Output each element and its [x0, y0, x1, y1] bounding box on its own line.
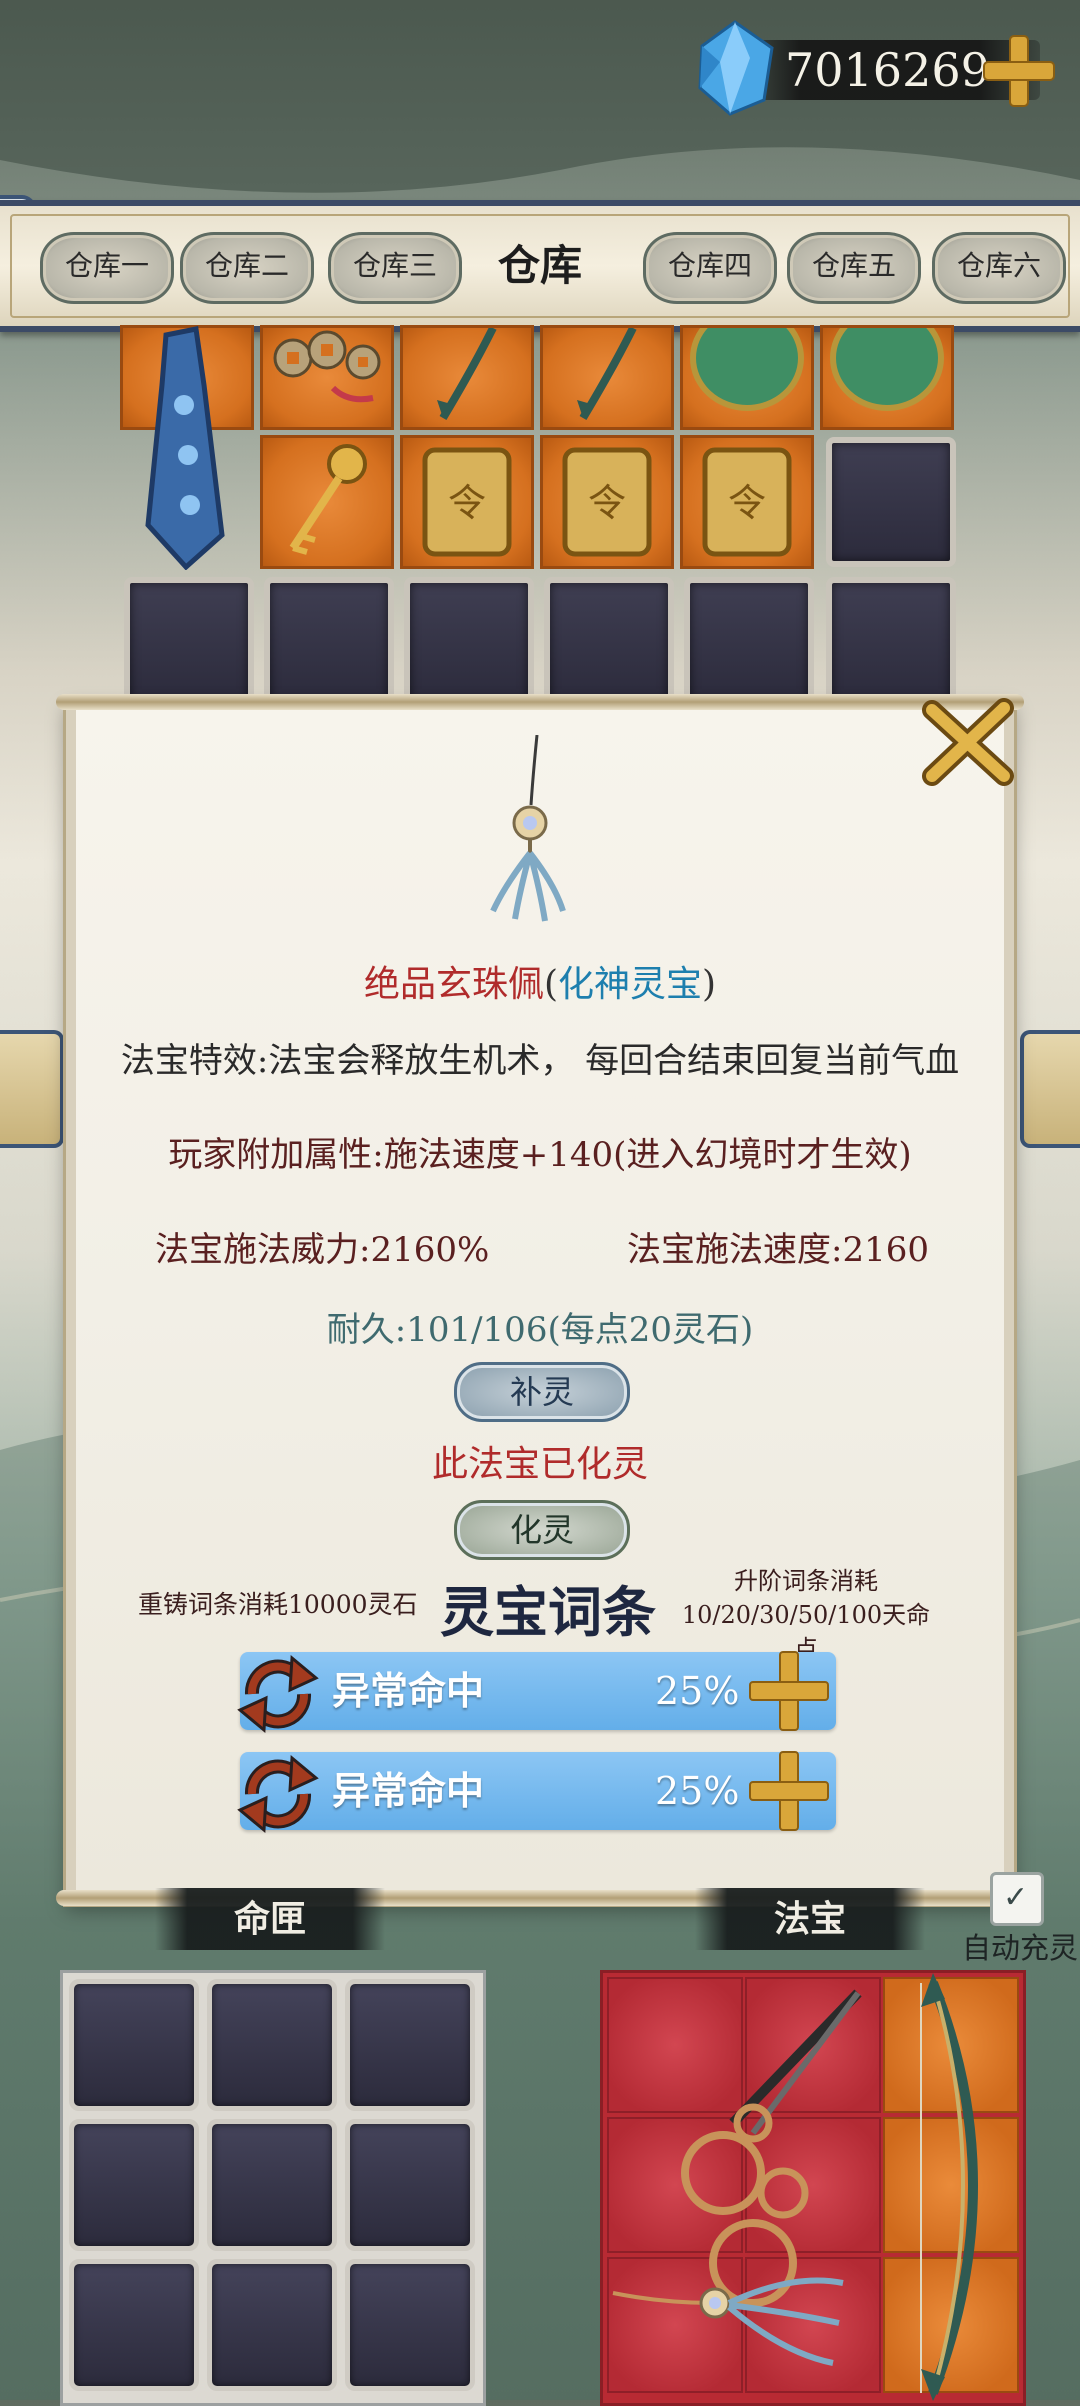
upgrade-plus-icon[interactable]	[746, 1748, 832, 1834]
inventory-slot-empty[interactable]	[684, 577, 814, 707]
reroll-icon[interactable]	[232, 1648, 324, 1740]
gold-command-token-icon: 令	[422, 447, 512, 557]
fate-slot[interactable]	[69, 1979, 199, 2111]
tab-warehouse-5[interactable]: 仓库五	[787, 232, 921, 304]
currency-value: 7016269	[785, 43, 990, 97]
fate-slot[interactable]	[69, 2259, 199, 2391]
warehouse-tab-bar: 仓库一 仓库二 仓库三 仓库 仓库四 仓库五 仓库六	[0, 200, 1080, 332]
quality-paren-close: )	[702, 964, 717, 1005]
green-jade-disc-icon	[690, 305, 804, 411]
treasure-grid	[600, 1970, 1026, 2406]
fate-box-grid	[60, 1970, 486, 2406]
warehouse-title: 仓库	[497, 241, 582, 290]
green-jade-disc-icon	[830, 305, 944, 411]
jade-tassel-icon	[437, 326, 497, 421]
inventory-slot-empty[interactable]	[544, 577, 674, 707]
auto-refill-checkbox[interactable]: ✓	[990, 1872, 1044, 1926]
inventory-slot-empty[interactable]	[124, 577, 254, 707]
close-icon[interactable]	[918, 692, 1018, 792]
item-name-line: 绝品玄珠佩(化神灵宝)	[66, 960, 1014, 1010]
affix-title: 灵宝词条	[440, 1580, 656, 1644]
scroll-rod-top	[56, 694, 1024, 710]
cast-speed: 法宝施法速度:2160	[627, 1230, 929, 1270]
item-effect: 法宝特效:法宝会释放生机术， 每回合结束回复当前气血	[120, 1041, 960, 1081]
affix-row: 异常命中 25%	[237, 1751, 836, 1834]
inventory-slot-jade-tassel-1[interactable]	[400, 325, 534, 430]
player-attribute: 玩家附加属性:施法速度+140(进入幻境时才生效)	[168, 1135, 912, 1175]
durability: 耐久:101/106(每点20灵石)	[326, 1310, 754, 1350]
inventory-slot-empty[interactable]	[826, 577, 956, 707]
inventory-slot-golden-key[interactable]	[260, 435, 394, 569]
upgrade-plus-icon[interactable]	[746, 1648, 832, 1734]
blue-jade-tablet-icon	[145, 326, 225, 570]
refine-spirit-button[interactable]: 化灵	[454, 1500, 630, 1560]
gold-command-token-icon: 令	[562, 447, 652, 557]
blue-crystal-icon	[698, 20, 774, 116]
equipped-treasures	[612, 1973, 978, 2401]
fate-slot[interactable]	[207, 2259, 337, 2391]
item-quality: 化神灵宝	[558, 964, 703, 1005]
cast-power: 法宝施法威力:2160%	[155, 1230, 490, 1270]
spirit-status: 此法宝已化灵	[431, 1444, 648, 1485]
tab-warehouse-2[interactable]: 仓库二	[180, 232, 314, 304]
auto-refill-label: 自动充灵	[962, 1931, 1079, 1965]
inventory-slot-command-token-3[interactable]: 令	[680, 435, 814, 569]
gold-plus-icon[interactable]	[980, 32, 1058, 110]
fate-slot[interactable]	[69, 2119, 199, 2251]
svg-text:令: 令	[588, 481, 626, 525]
quality-paren-open: (	[543, 964, 558, 1005]
inventory-slot-empty[interactable]	[404, 577, 534, 707]
golden-key-icon	[289, 444, 367, 555]
side-decoration-right	[1020, 1030, 1080, 1148]
fate-slot[interactable]	[345, 1979, 475, 2111]
svg-text:令: 令	[448, 481, 486, 525]
inventory-slot-green-jade-disc-2[interactable]	[820, 305, 954, 430]
bow-icon	[920, 1973, 978, 2401]
inventory-slot-coin-string-charm[interactable]	[260, 325, 394, 430]
checkmark-icon: ✓	[1003, 1880, 1029, 1915]
treasure-label: 法宝	[695, 1888, 925, 1950]
svg-text:令: 令	[728, 481, 766, 525]
fate-slot[interactable]	[345, 2119, 475, 2251]
inventory-slot-command-token-1[interactable]: 令	[400, 435, 534, 569]
fate-slot[interactable]	[345, 2259, 475, 2391]
side-decoration-left	[0, 1030, 64, 1148]
inventory-slot-green-jade-disc-1[interactable]	[680, 305, 814, 430]
inventory-slot-empty[interactable]	[264, 577, 394, 707]
tab-warehouse-4[interactable]: 仓库四	[643, 232, 777, 304]
coin-string-icon	[273, 330, 381, 403]
tab-warehouse-6[interactable]: 仓库六	[932, 232, 1066, 304]
affix-value: 25%	[655, 1769, 740, 1813]
inventory-slot-empty[interactable]	[826, 437, 956, 567]
tab-warehouse-3[interactable]: 仓库三	[328, 232, 462, 304]
affix-name: 异常命中	[332, 1668, 485, 1713]
fate-slot[interactable]	[207, 2119, 337, 2251]
upgrade-cost-label: 升阶词条消耗	[734, 1567, 878, 1595]
fate-slot[interactable]	[207, 1979, 337, 2111]
fate-box-label: 命匣	[155, 1888, 385, 1950]
jade-pendant-icon	[490, 735, 566, 922]
jade-tassel-icon	[577, 326, 637, 421]
inventory-slot-command-token-2[interactable]: 令	[540, 435, 674, 569]
reroll-icon[interactable]	[232, 1748, 324, 1840]
reforge-cost: 重铸词条消耗10000灵石	[138, 1590, 418, 1619]
affix-row: 异常命中 25%	[237, 1651, 836, 1734]
currency-bar: 7016269	[690, 18, 1060, 118]
inventory-slot-jade-tassel-2[interactable]	[540, 325, 674, 430]
scissors-icon	[681, 1989, 862, 2307]
tab-warehouse-1[interactable]: 仓库一	[40, 232, 174, 304]
affix-value: 25%	[655, 1669, 740, 1713]
refill-button[interactable]: 补灵	[454, 1362, 630, 1422]
affix-name: 异常命中	[332, 1768, 485, 1813]
gold-command-token-icon: 令	[702, 447, 792, 557]
item-name: 绝品玄珠佩	[363, 964, 544, 1005]
